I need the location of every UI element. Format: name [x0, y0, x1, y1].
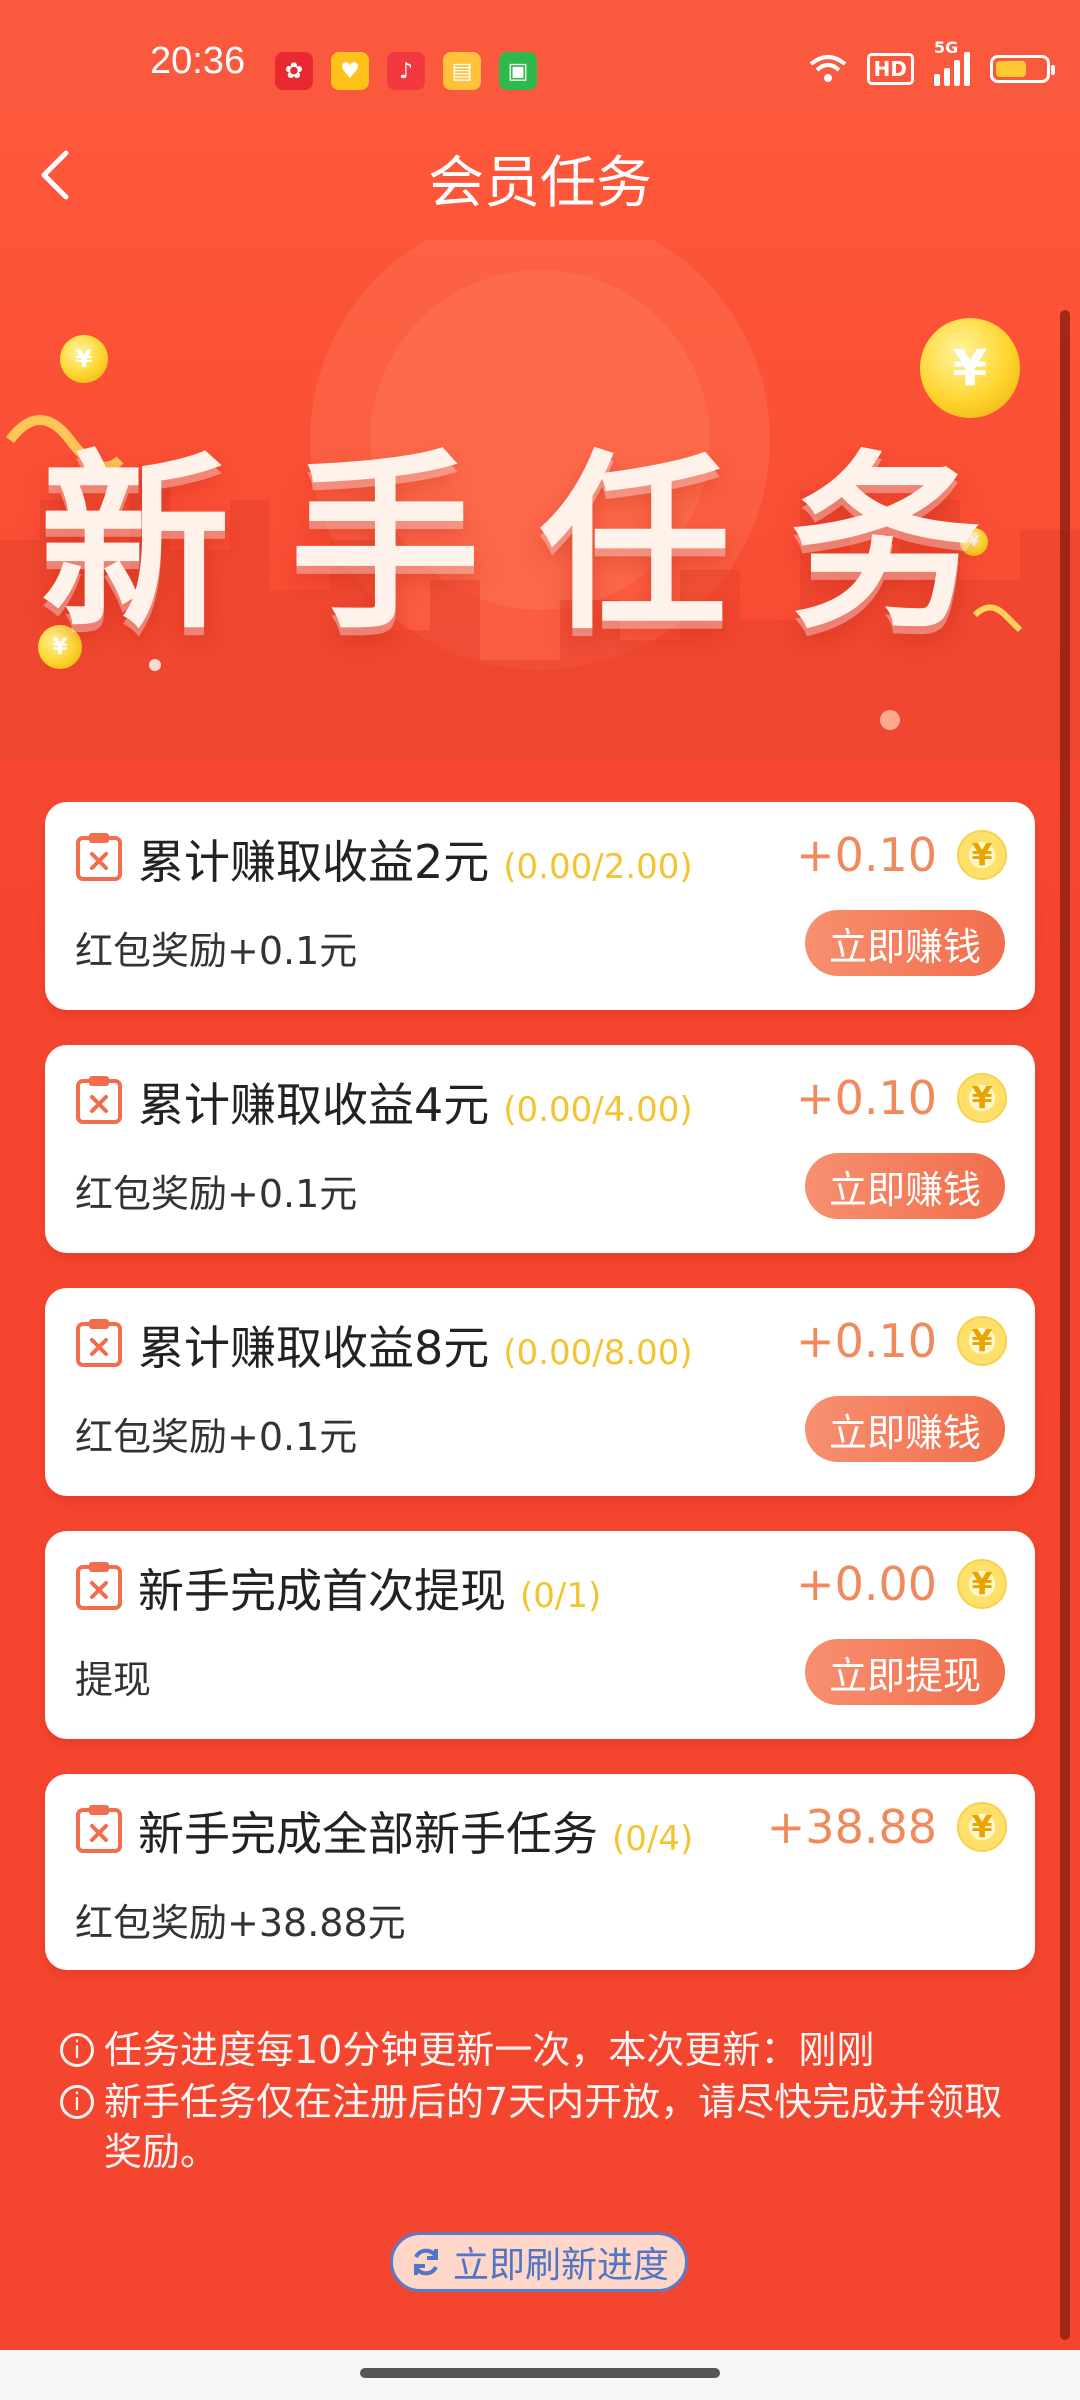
notification-icons: ✿ ♥ ♪ ▤ ▣ [275, 52, 537, 90]
task-description: 提现 [75, 1658, 152, 1702]
earn-now-button[interactable]: 立即赚钱 [805, 910, 1005, 976]
status-bar: 20:36 ✿ ♥ ♪ ▤ ▣ HD 5G [0, 0, 1080, 110]
task-progress: (0.00/2.00) [503, 847, 693, 887]
task-reward: +38.88 [766, 1800, 937, 1854]
task-clipboard-icon [76, 1319, 122, 1367]
home-indicator[interactable] [360, 2368, 720, 2378]
info-note: i 新手任务仅在注册后的7天内开放，请尽快完成并领取奖励。 [60, 2077, 1010, 2177]
task-card: 累计赚取收益4元 (0.00/4.00) +0.10 ¥ 红包奖励+0.1元 立即… [45, 1045, 1035, 1253]
info-note-text: 任务进度每10分钟更新一次，本次更新：刚刚 [104, 2028, 875, 2072]
banner: ¥ ¥ ¥ ¥ 新手任务 [0, 240, 1080, 800]
task-card: 累计赚取收益2元 (0.00/2.00) +0.10 ¥ 红包奖励+0.1元 立即… [45, 802, 1035, 1010]
scrollbar[interactable] [1060, 310, 1070, 2340]
top-bar: 会员任务 [0, 110, 1080, 240]
coin-icon: ¥ [957, 1559, 1007, 1609]
app-notification-icon: ✿ [275, 52, 313, 90]
task-progress: (0.00/4.00) [503, 1090, 693, 1130]
coin-icon: ¥ [957, 1802, 1007, 1852]
task-reward: +0.00 [796, 1557, 937, 1611]
hd-badge: HD [866, 53, 914, 85]
message-app-icon: ▣ [499, 52, 537, 90]
info-icon: i [60, 2085, 94, 2119]
battery-icon [990, 55, 1055, 83]
status-time: 20:36 [150, 40, 246, 82]
earn-now-button[interactable]: 立即赚钱 [805, 1153, 1005, 1219]
task-clipboard-icon [76, 833, 122, 881]
task-name: 累计赚取收益4元 (0.00/4.00) [138, 1078, 693, 1132]
task-clipboard-icon [76, 1076, 122, 1124]
task-clipboard-icon [76, 1805, 122, 1853]
app-notification-icon: ♥ [331, 52, 369, 90]
task-description: 红包奖励+0.1元 [75, 1415, 358, 1459]
task-progress: (0/4) [612, 1819, 694, 1859]
task-description: 红包奖励+38.88元 [75, 1901, 406, 1945]
info-note: i 任务进度每10分钟更新一次，本次更新：刚刚 [60, 2025, 1010, 2075]
task-progress: (0.00/8.00) [503, 1333, 693, 1373]
signal-icon: 5G [934, 38, 970, 86]
coin-icon: ¥ [60, 335, 108, 383]
task-clipboard-icon [76, 1562, 122, 1610]
coin-icon: ¥ [957, 830, 1007, 880]
task-reward: +0.10 [796, 1314, 937, 1368]
refresh-icon [413, 2248, 438, 2276]
task-reward: +0.10 [796, 828, 937, 882]
info-icon: i [60, 2033, 94, 2067]
wifi-icon [809, 55, 846, 82]
info-notes: i 任务进度每10分钟更新一次，本次更新：刚刚 i 新手任务仅在注册后的7天内开… [60, 2025, 1010, 2179]
withdraw-now-button[interactable]: 立即提现 [805, 1639, 1005, 1705]
banner-title: 新手任务 [39, 434, 1040, 655]
task-card: 累计赚取收益8元 (0.00/8.00) +0.10 ¥ 红包奖励+0.1元 立即… [45, 1288, 1035, 1496]
book-app-icon: ▤ [443, 52, 481, 90]
task-card: 新手完成首次提现 (0/1) +0.00 ¥ 提现 立即提现 [45, 1531, 1035, 1739]
task-name: 新手完成首次提现 (0/1) [138, 1564, 602, 1618]
task-name: 累计赚取收益2元 (0.00/2.00) [138, 835, 693, 889]
task-description: 红包奖励+0.1元 [75, 1172, 358, 1216]
coin-icon: ¥ [957, 1316, 1007, 1366]
coin-icon: ¥ [957, 1073, 1007, 1123]
task-progress: (0/1) [520, 1576, 602, 1616]
task-card: 新手完成全部新手任务 (0/4) +38.88 ¥ 红包奖励+38.88元 [45, 1774, 1035, 1970]
page-title: 会员任务 [428, 151, 652, 216]
network-type: 5G [934, 38, 959, 57]
task-reward: +0.10 [796, 1071, 937, 1125]
task-name: 新手完成全部新手任务 (0/4) [138, 1807, 694, 1861]
music-app-icon: ♪ [387, 52, 425, 90]
task-name: 累计赚取收益8元 (0.00/8.00) [138, 1321, 693, 1375]
earn-now-button[interactable]: 立即赚钱 [805, 1396, 1005, 1462]
task-description: 红包奖励+0.1元 [75, 929, 358, 973]
refresh-button-label: 立即刷新进度 [452, 2245, 669, 2286]
info-note-text: 新手任务仅在注册后的7天内开放，请尽快完成并领取奖励。 [104, 2080, 1003, 2174]
refresh-progress-button[interactable]: 立即刷新进度 [390, 2232, 688, 2292]
